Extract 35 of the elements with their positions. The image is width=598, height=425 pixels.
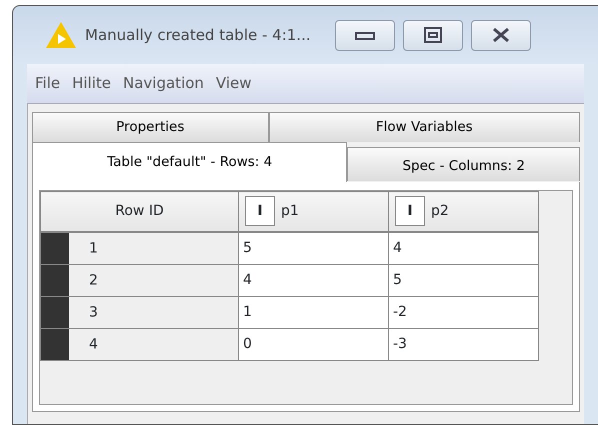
- column-label: p1: [281, 203, 299, 220]
- table-cell: 1: [238, 296, 388, 328]
- row-marker-icon: [41, 296, 69, 328]
- table-cell: 5: [238, 232, 388, 264]
- menu-item[interactable]: File: [35, 72, 60, 95]
- table-cell: -2: [388, 296, 538, 328]
- menu-item[interactable]: Hilite: [72, 72, 112, 95]
- table-cell: 0: [238, 328, 388, 360]
- row-marker-icon: [41, 264, 69, 296]
- column-label: p2: [431, 203, 449, 220]
- menu-item[interactable]: View: [216, 72, 252, 95]
- tab[interactable]: Spec - Columns: 2: [347, 147, 580, 181]
- table-cell: 4: [388, 232, 538, 264]
- close-button[interactable]: [470, 20, 531, 50]
- tab[interactable]: Properties: [32, 112, 269, 142]
- table-cell: 5: [388, 264, 538, 296]
- type-icon: I: [395, 196, 425, 226]
- table-cell: -3: [388, 328, 538, 360]
- column-header[interactable]: Row ID: [40, 192, 238, 232]
- tab[interactable]: Flow Variables: [268, 112, 580, 142]
- menu-item[interactable]: Navigation: [123, 72, 204, 95]
- row-id: 1: [89, 240, 98, 256]
- row-id: 2: [89, 272, 98, 288]
- table-cell: 4: [238, 264, 388, 296]
- row-marker-icon: [41, 232, 69, 264]
- row-id: 3: [89, 304, 98, 320]
- window-title: Manually created table - 4:1...: [85, 24, 311, 46]
- minimize-button[interactable]: [334, 20, 395, 50]
- tab[interactable]: Table "default" - Rows: 4: [32, 142, 348, 182]
- maximize-icon: [422, 27, 444, 43]
- row-id: 4: [89, 336, 98, 352]
- type-icon: I: [245, 196, 275, 226]
- maximize-button[interactable]: [402, 20, 463, 50]
- app-logo-icon: [45, 21, 77, 49]
- row-marker-icon: [41, 328, 69, 360]
